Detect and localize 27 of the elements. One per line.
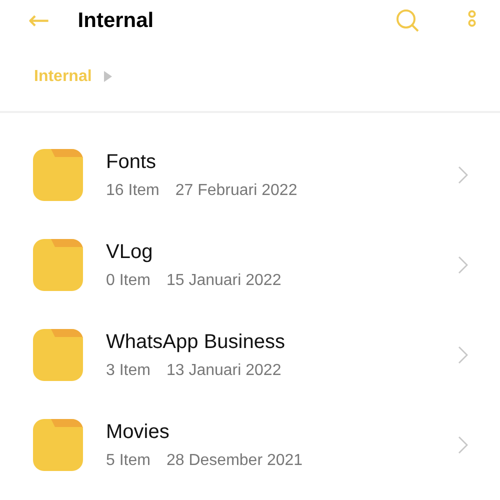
folder-name: Fonts: [106, 150, 158, 174]
folder-row[interactable]: WhatsApp Business 3 Item 13 Januari 2022: [0, 310, 500, 400]
chevron-icon: [458, 256, 468, 274]
folder-icon: [33, 419, 83, 471]
item-count: 16 Item: [106, 182, 160, 198]
folder-name: Movies: [106, 420, 170, 444]
chevron-icon: [104, 71, 112, 82]
folder-date: 13 Januari 2022: [166, 362, 282, 378]
chevron-icon: [458, 346, 468, 364]
folder-icon: [33, 239, 83, 291]
item-count: 3 Item: [106, 362, 150, 378]
folder-icon: [33, 329, 83, 381]
folder-date: 15 Januari 2022: [166, 272, 282, 288]
item-count: 5 Item: [106, 452, 150, 468]
folder-name: VLog: [106, 240, 154, 264]
folder-icon: [33, 149, 83, 201]
chevron-icon: [458, 166, 468, 184]
item-count: 0 Item: [106, 272, 150, 288]
folder-date: 28 Desember 2021: [166, 452, 303, 468]
folder-name: WhatsApp Business: [106, 330, 286, 354]
folder-date: 27 Februari 2022: [175, 182, 298, 198]
page-title: Internal: [78, 9, 155, 33]
chevron-icon: [458, 436, 468, 454]
folder-row[interactable]: VLog 0 Item 15 Januari 2022: [0, 220, 500, 310]
search-icon[interactable]: [395, 8, 421, 34]
folder-row[interactable]: Movies 5 Item 28 Desember 2021: [0, 400, 500, 490]
folder-row[interactable]: Fonts 16 Item 27 Februari 2022: [0, 130, 500, 220]
